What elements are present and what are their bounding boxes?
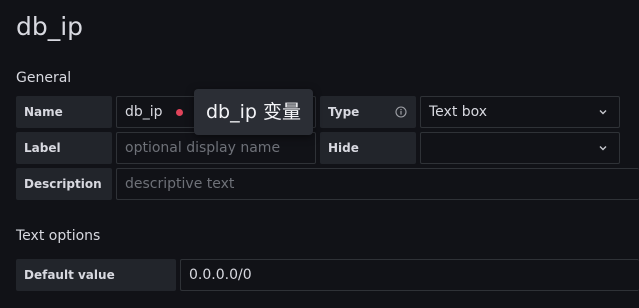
- label-label: Label: [16, 132, 112, 164]
- type-select[interactable]: Text box: [420, 96, 620, 128]
- error-dot-icon: [176, 109, 183, 116]
- label-input[interactable]: optional display name: [116, 132, 316, 164]
- hide-label: Hide: [320, 132, 416, 164]
- text-options-section-heading: Text options: [16, 228, 101, 244]
- variable-editor: db_ip General Name db_ip Type Text box L…: [0, 0, 639, 308]
- name-input-value: db_ip: [125, 104, 163, 120]
- default-value-input-value: 0.0.0.0/0: [189, 267, 252, 283]
- description-input[interactable]: descriptive text: [116, 168, 639, 200]
- hide-select[interactable]: [420, 132, 620, 164]
- chevron-down-icon: [599, 110, 607, 115]
- chevron-down-icon: [599, 146, 607, 151]
- description-input-placeholder: descriptive text: [125, 176, 235, 192]
- default-value-input[interactable]: 0.0.0.0/0: [180, 259, 639, 291]
- name-label: Name: [16, 96, 112, 128]
- page-title: db_ip: [16, 12, 84, 41]
- name-error-tooltip: db_ip 变量: [194, 89, 314, 135]
- label-input-placeholder: optional display name: [125, 140, 281, 156]
- default-value-label: Default value: [16, 259, 176, 291]
- description-label: Description: [16, 168, 112, 200]
- type-label-text: Type: [328, 105, 360, 119]
- general-section-heading: General: [16, 70, 72, 86]
- type-select-value: Text box: [429, 104, 488, 120]
- info-icon[interactable]: [395, 106, 407, 118]
